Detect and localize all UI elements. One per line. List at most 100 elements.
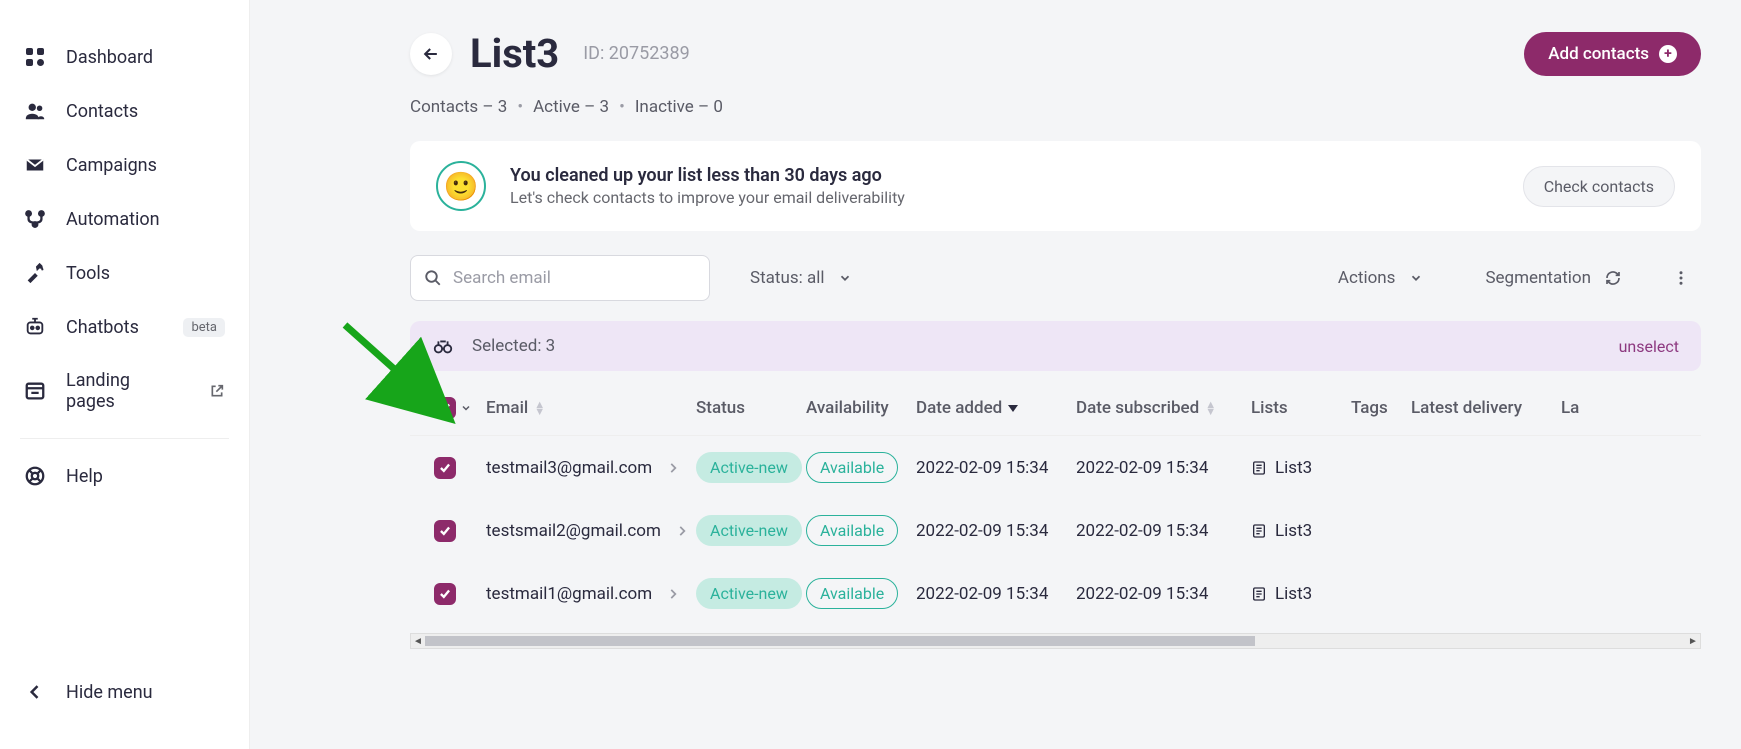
- page-title: List3: [470, 30, 559, 77]
- sidebar-item-dashboard[interactable]: Dashboard: [0, 30, 249, 84]
- main-content: List3 ID: 20752389 Add contacts + Contac…: [250, 0, 1741, 749]
- status-badge: Active-new: [696, 515, 802, 546]
- date-subscribed-cell: 2022-02-09 15:34: [1076, 458, 1251, 478]
- actions-dropdown[interactable]: Actions: [1316, 257, 1446, 299]
- date-added-cell: 2022-02-09 15:34: [916, 458, 1076, 478]
- more-vertical-icon: [1672, 269, 1690, 287]
- external-link-icon: [209, 383, 225, 399]
- scroll-right-arrow[interactable]: ►: [1686, 634, 1700, 648]
- column-lists[interactable]: Lists: [1251, 398, 1351, 418]
- search-input[interactable]: [410, 255, 710, 301]
- sidebar-item-tools[interactable]: Tools: [0, 246, 249, 300]
- sidebar-item-landing-pages[interactable]: Landing pages: [0, 354, 249, 428]
- sidebar-item-help[interactable]: Help: [0, 449, 249, 503]
- cleanup-banner: 🙂 You cleaned up your list less than 30 …: [410, 141, 1701, 231]
- refresh-icon: [1605, 270, 1621, 286]
- status-badge: Active-new: [696, 578, 802, 609]
- row-checkbox[interactable]: [434, 520, 456, 542]
- sidebar-item-automation[interactable]: Automation: [0, 192, 249, 246]
- column-latest-delivery[interactable]: Latest delivery: [1411, 398, 1561, 418]
- scroll-left-arrow[interactable]: ◄: [411, 634, 425, 648]
- sidebar-divider: [20, 438, 229, 439]
- stats-row: Contacts – 3 • Active – 3 • Inactive – 0: [410, 97, 1701, 117]
- table-header: Email ▲▼ Status Availability Date added …: [410, 381, 1701, 436]
- lists-cell: List3: [1275, 521, 1312, 541]
- plus-icon: +: [1659, 45, 1677, 63]
- selection-bar: Selected: 3 unselect: [410, 321, 1701, 371]
- availability-badge: Available: [806, 515, 898, 546]
- chevron-right-icon[interactable]: [675, 524, 689, 538]
- actions-label: Actions: [1338, 268, 1396, 288]
- list-icon: [1251, 586, 1267, 602]
- column-status[interactable]: Status: [696, 398, 806, 418]
- add-contacts-label: Add contacts: [1548, 44, 1649, 64]
- select-all-checkbox[interactable]: [434, 397, 456, 419]
- check-contacts-button[interactable]: Check contacts: [1523, 166, 1675, 207]
- toolbar: Status: all Actions Segmentation: [410, 255, 1701, 301]
- column-date-added[interactable]: Date added: [916, 398, 1076, 418]
- sidebar-item-label: Help: [66, 466, 103, 487]
- list-icon: [1251, 460, 1267, 476]
- horizontal-scrollbar[interactable]: ◄ ►: [410, 633, 1701, 649]
- add-contacts-button[interactable]: Add contacts +: [1524, 32, 1701, 76]
- column-la[interactable]: La: [1561, 398, 1601, 418]
- campaigns-icon: [24, 154, 46, 176]
- beta-badge: beta: [183, 318, 225, 337]
- sidebar-item-label: Tools: [66, 263, 110, 284]
- header-row: List3 ID: 20752389 Add contacts +: [410, 30, 1701, 77]
- date-added-cell: 2022-02-09 15:34: [916, 521, 1076, 541]
- status-badge: Active-new: [696, 452, 802, 483]
- segmentation-button[interactable]: Segmentation: [1463, 257, 1643, 299]
- column-email[interactable]: Email ▲▼: [486, 398, 696, 418]
- tools-icon: [24, 262, 46, 284]
- status-filter-label: Status: all: [750, 268, 824, 288]
- sort-desc-icon: [1008, 403, 1018, 413]
- date-subscribed-cell: 2022-02-09 15:34: [1076, 584, 1251, 604]
- email-cell: testsmail2@gmail.com: [486, 521, 661, 541]
- sidebar-item-chatbots[interactable]: Chatbots beta: [0, 300, 249, 354]
- column-tags[interactable]: Tags: [1351, 398, 1411, 418]
- chevron-right-icon[interactable]: [666, 587, 680, 601]
- dashboard-icon: [24, 46, 46, 68]
- table-row[interactable]: testmail3@gmail.com Active-new Available…: [410, 436, 1701, 499]
- sidebar: Dashboard Contacts Campaigns Automation …: [0, 0, 250, 749]
- lists-cell: List3: [1275, 584, 1312, 604]
- chevron-down-icon[interactable]: [460, 402, 472, 414]
- row-checkbox[interactable]: [434, 457, 456, 479]
- table-row[interactable]: testmail1@gmail.com Active-new Available…: [410, 562, 1701, 625]
- smiley-icon: 🙂: [436, 161, 486, 211]
- sidebar-item-label: Automation: [66, 209, 160, 230]
- sidebar-item-label: Landing pages: [66, 370, 183, 412]
- availability-badge: Available: [806, 578, 898, 609]
- help-icon: [24, 465, 46, 487]
- more-button[interactable]: [1661, 258, 1701, 298]
- column-availability[interactable]: Availability: [806, 398, 916, 418]
- row-checkbox[interactable]: [434, 583, 456, 605]
- sidebar-item-label: Dashboard: [66, 47, 153, 68]
- chevron-left-icon: [24, 681, 46, 703]
- banner-subtitle: Let's check contacts to improve your ema…: [510, 188, 1499, 207]
- chevron-down-icon: [838, 271, 852, 285]
- column-date-subscribed[interactable]: Date subscribed ▲▼: [1076, 398, 1251, 418]
- status-filter-dropdown[interactable]: Status: all: [728, 257, 874, 299]
- selection-count: Selected: 3: [472, 336, 555, 356]
- sidebar-item-hide-menu[interactable]: Hide menu: [0, 665, 249, 719]
- sidebar-item-campaigns[interactable]: Campaigns: [0, 138, 249, 192]
- scrollbar-thumb[interactable]: [425, 636, 1255, 646]
- sort-icon: ▲▼: [534, 401, 545, 415]
- unselect-link[interactable]: unselect: [1619, 337, 1679, 356]
- chevron-right-icon[interactable]: [666, 461, 680, 475]
- contacts-icon: [24, 100, 46, 122]
- table-row[interactable]: testsmail2@gmail.com Active-new Availabl…: [410, 499, 1701, 562]
- segmentation-label: Segmentation: [1485, 268, 1591, 288]
- email-cell: testmail3@gmail.com: [486, 458, 652, 478]
- date-added-cell: 2022-02-09 15:34: [916, 584, 1076, 604]
- lists-cell: List3: [1275, 458, 1312, 478]
- binoculars-icon: [432, 335, 454, 357]
- sidebar-item-contacts[interactable]: Contacts: [0, 84, 249, 138]
- chevron-down-icon: [1409, 271, 1423, 285]
- back-button[interactable]: [410, 33, 452, 75]
- list-icon: [1251, 523, 1267, 539]
- stat-contacts: Contacts – 3: [410, 97, 507, 117]
- sidebar-item-label: Contacts: [66, 101, 138, 122]
